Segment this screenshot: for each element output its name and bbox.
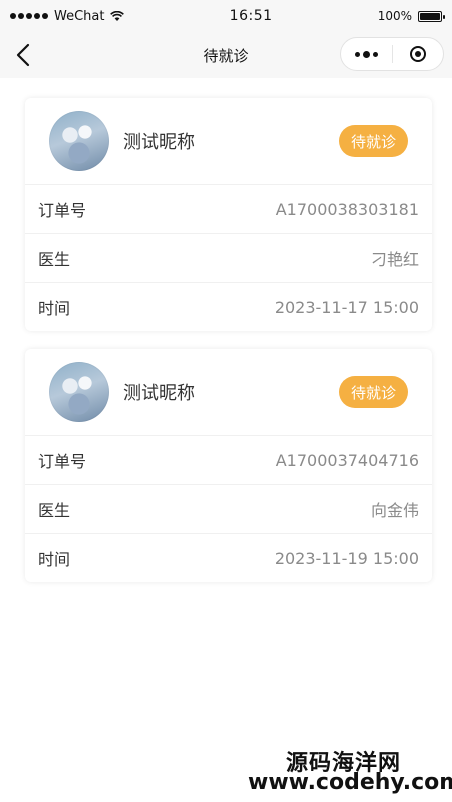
row-label: 订单号 xyxy=(38,201,87,220)
target-icon xyxy=(409,46,426,62)
watermark-url: www.codehy.com xyxy=(248,770,452,795)
order-card[interactable]: 测试昵称 待就诊 订单号 A1700037404716 医生 向金伟 时间 20… xyxy=(25,349,432,582)
doctor-row: 医生 刁艳红 xyxy=(25,234,432,283)
order-number-row: 订单号 A1700038303181 xyxy=(25,185,432,234)
order-list: 测试昵称 待就诊 订单号 A1700038303181 医生 刁艳红 时间 20… xyxy=(0,78,452,802)
more-button[interactable] xyxy=(341,50,392,58)
order-card-header: 测试昵称 待就诊 xyxy=(25,349,432,436)
wifi-icon xyxy=(110,10,125,21)
status-badge: 待就诊 xyxy=(338,376,408,408)
mini-program-capsule xyxy=(340,37,444,71)
close-button[interactable] xyxy=(393,46,444,62)
row-label: 时间 xyxy=(38,550,71,569)
row-label: 时间 xyxy=(38,299,71,318)
time-row: 时间 2023-11-19 15:00 xyxy=(25,534,432,582)
order-number-row: 订单号 A1700037404716 xyxy=(25,436,432,485)
time-row: 时间 2023-11-17 15:00 xyxy=(25,283,432,331)
doctor-name: 刁艳红 xyxy=(370,250,419,269)
row-label: 订单号 xyxy=(38,452,87,471)
status-time: 16:51 xyxy=(229,8,273,24)
appointment-time: 2023-11-19 15:00 xyxy=(274,548,419,568)
battery-label: 100% xyxy=(377,9,412,23)
nickname: 测试昵称 xyxy=(123,132,195,153)
status-badge: 待就诊 xyxy=(338,125,408,157)
appointment-time: 2023-11-17 15:00 xyxy=(274,297,419,317)
order-card[interactable]: 测试昵称 待就诊 订单号 A1700038303181 医生 刁艳红 时间 20… xyxy=(25,98,432,331)
order-number: A1700038303181 xyxy=(275,199,419,219)
status-left: WeChat xyxy=(10,8,125,24)
avatar xyxy=(49,362,109,422)
doctor-name: 向金伟 xyxy=(370,501,419,520)
order-card-header: 测试昵称 待就诊 xyxy=(25,98,432,185)
nav-bar: 待就诊 xyxy=(0,32,452,78)
order-number: A1700037404716 xyxy=(275,450,419,470)
doctor-row: 医生 向金伟 xyxy=(25,485,432,534)
status-bar: WeChat 16:51 100% xyxy=(0,0,452,32)
avatar xyxy=(49,111,109,171)
row-label: 医生 xyxy=(38,250,71,269)
signal-icon xyxy=(10,13,48,19)
carrier-label: WeChat xyxy=(54,8,105,24)
nickname: 测试昵称 xyxy=(123,383,195,404)
status-right: 100% xyxy=(377,9,445,23)
battery-icon xyxy=(418,10,445,22)
row-label: 医生 xyxy=(38,501,71,520)
